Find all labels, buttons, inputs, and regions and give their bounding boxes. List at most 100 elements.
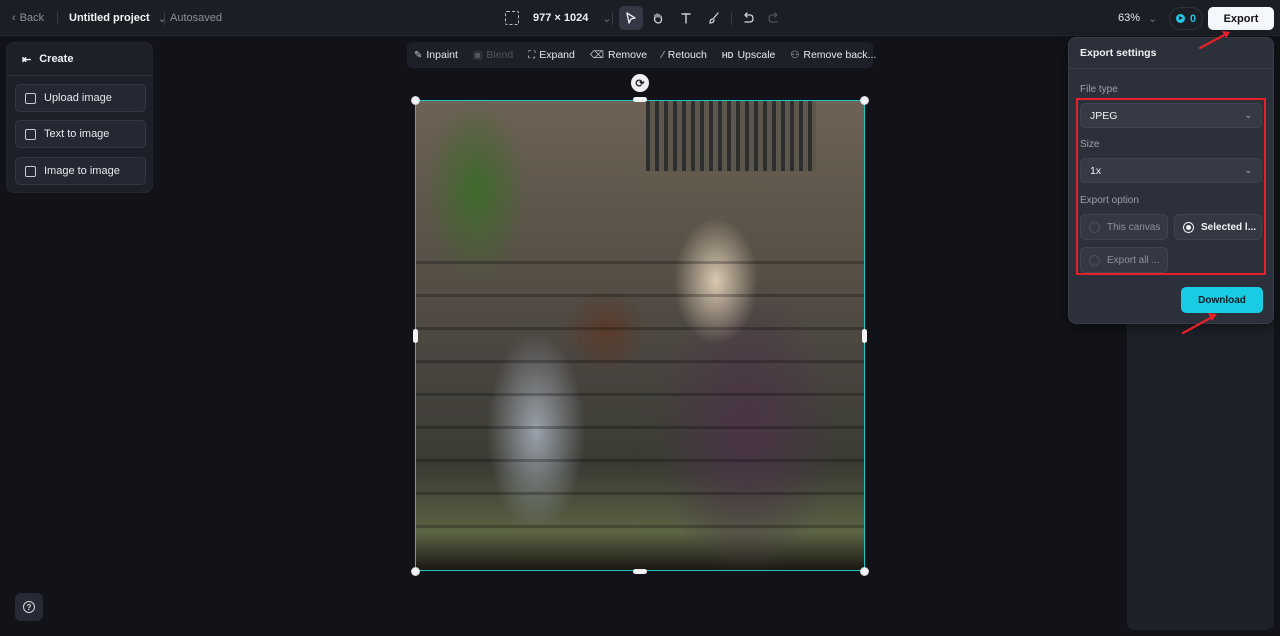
magic-wand-icon: ⁄ [662,49,664,61]
radio-selected-icon [1183,221,1194,233]
redo-button[interactable] [762,6,786,30]
canvas-size-dropdown[interactable]: 977 × 1024 ⌄ [505,0,612,36]
remove-background-icon: ⚇ [790,49,800,61]
blend-label: Blend [486,49,514,61]
collapse-left-icon: ⇤ [22,53,32,66]
text-icon [681,13,691,24]
create-title: Create [39,53,74,65]
radio-icon [1089,221,1100,233]
option-export-all[interactable]: Export all ... [1080,247,1168,273]
resize-handle-right[interactable] [862,329,867,343]
option-label: This canvas [1107,221,1161,233]
export-settings-title: Export settings [1069,38,1273,69]
redo-icon [768,12,778,23]
chevron-down-icon: ⌄ [157,12,167,25]
divider [731,12,732,25]
credits-icon [1175,14,1185,23]
resize-handle-bottom-left[interactable] [411,567,420,576]
text-tool-button[interactable] [674,6,698,30]
pointer-icon [626,12,636,24]
upscale-label: Upscale [737,49,776,61]
file-type-value: JPEG [1090,109,1118,122]
remove-background-label: Remove back... [803,49,877,61]
chevron-left-icon: ‹ [12,12,16,24]
expand-button[interactable]: ⛶ Expand [528,49,575,61]
resize-handle-bottom[interactable] [633,569,647,574]
canvas-image[interactable] [415,100,865,571]
upload-image-button[interactable]: Upload image [15,84,146,112]
file-type-select[interactable]: JPEG ⌄ [1080,103,1262,128]
upload-image-icon [25,92,36,104]
back-button[interactable]: ‹ Back [12,0,44,36]
remove-background-button[interactable]: ⚇ Remove back... [790,49,876,61]
option-selected-layer[interactable]: Selected l... [1174,214,1262,240]
chevron-down-icon: ⌄ [1148,12,1158,25]
inpaint-label: Inpaint [426,49,458,61]
help-icon: ? [23,601,35,613]
text-to-image-button[interactable]: Text to image [15,120,146,148]
size-select[interactable]: 1x ⌄ [1080,158,1262,183]
remove-label: Remove [608,49,648,61]
image-to-image-icon [25,165,36,177]
expand-icon: ⛶ [528,49,536,61]
resize-handle-bottom-right[interactable] [860,567,869,576]
eraser-icon: ⌫ [589,49,604,61]
create-panel: ⇤ Create Upload image Text to image Imag… [6,42,153,193]
image-to-image-label: Image to image [44,165,120,177]
text-to-image-icon [25,128,36,140]
help-button[interactable]: ? [15,593,43,621]
back-label: Back [19,12,45,24]
project-title: Untitled project [69,12,150,24]
create-panel-header[interactable]: ⇤ Create [7,43,152,76]
inpaint-button[interactable]: ✎ Inpaint [414,49,458,61]
export-settings-popup: Export settings File type JPEG ⌄ Size 1x… [1068,37,1274,324]
option-label: Export all ... [1107,254,1160,266]
inpaint-icon: ✎ [414,49,423,61]
select-tool-button[interactable] [619,6,643,30]
hd-icon: HD [721,50,734,60]
text-to-image-label: Text to image [44,128,110,140]
remove-button[interactable]: ⌫ Remove [590,49,647,61]
top-bar: ‹ Back Untitled project ⌄ Autosaved 977 … [0,0,1280,36]
zoom-level: 63% [1118,12,1141,24]
credits-count: 0 [1189,12,1197,25]
hand-icon [653,13,663,24]
resize-handle-top-left[interactable] [411,96,420,105]
divider [57,12,58,25]
chevron-down-icon: ⌄ [1244,165,1252,175]
size-label: Size [1080,139,1100,150]
rotate-handle[interactable]: ⟳ [631,74,649,92]
expand-label: Expand [539,49,575,61]
undo-icon [744,12,754,23]
option-this-canvas[interactable]: This canvas [1080,214,1168,240]
radio-icon [1089,254,1100,266]
save-status: Autosaved [170,12,222,24]
download-button[interactable]: Download [1181,287,1263,313]
retouch-button[interactable]: ⁄ Retouch [662,49,707,61]
photo-of-four-people-on-stairs [416,101,864,570]
canvas-size: 977 × 1024 [533,12,589,24]
export-button[interactable]: Export [1208,7,1274,30]
resize-icon [505,11,519,25]
hand-tool-button[interactable] [646,6,670,30]
undo-button[interactable] [736,6,760,30]
credits-badge[interactable]: 0 [1169,7,1203,30]
divider [164,12,165,25]
zoom-dropdown[interactable]: 63% ⌄ [1118,0,1157,36]
brush-icon [709,12,719,24]
rotate-icon: ⟳ [635,77,645,90]
project-title-dropdown[interactable]: Untitled project ⌄ [69,0,167,36]
resize-handle-top-right[interactable] [860,96,869,105]
brush-tool-button[interactable] [702,6,726,30]
size-value: 1x [1090,164,1102,177]
chevron-down-icon: ⌄ [602,12,612,25]
option-label: Selected l... [1201,221,1257,233]
upscale-button[interactable]: HD Upscale [722,49,776,61]
image-edit-toolbar: ✎ Inpaint ▣ Blend ⛶ Expand ⌫ Remove ⁄ Re… [407,42,876,68]
resize-handle-top[interactable] [633,97,647,102]
divider [612,12,613,25]
resize-handle-left[interactable] [413,329,418,343]
file-type-label: File type [1080,84,1118,95]
image-to-image-button[interactable]: Image to image [15,157,146,185]
blend-button[interactable]: ▣ Blend [473,49,513,61]
